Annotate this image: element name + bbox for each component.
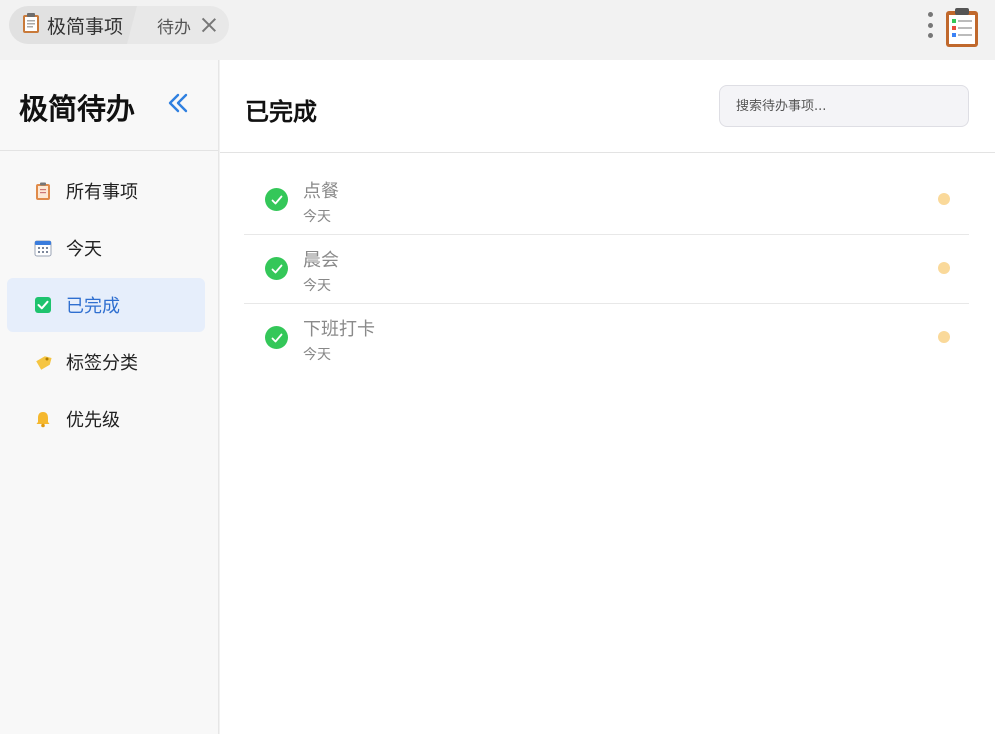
main-panel: 已完成 点餐 今天 晨会 今天 下班打卡 今天	[220, 60, 995, 734]
priority-dot	[938, 262, 950, 274]
todo-date: 今天	[303, 278, 331, 294]
double-chevron-left-icon[interactable]	[164, 90, 192, 118]
sidebar-item-label: 所有事项	[66, 182, 138, 203]
breadcrumb-main-label: 极简事项	[47, 15, 124, 38]
checkbox-icon	[34, 296, 52, 314]
sidebar-item-tags[interactable]: 标签分类	[7, 335, 205, 389]
close-icon[interactable]	[201, 17, 217, 33]
priority-dot	[938, 193, 950, 205]
breadcrumb: 极简事项 待办	[9, 6, 230, 44]
sidebar-item-today[interactable]: 今天	[7, 221, 205, 275]
sidebar-item-label: 已完成	[66, 296, 120, 317]
sidebar: 极简待办 所有事项 今天 已完成 标签分类 优先级	[0, 60, 219, 734]
search-input[interactable]	[719, 85, 969, 127]
todo-title: 点餐	[303, 181, 339, 202]
sidebar-header: 极简待办	[0, 60, 218, 151]
tag-icon	[34, 353, 52, 371]
sidebar-item-label: 标签分类	[66, 353, 138, 374]
breadcrumb-item-sub[interactable]: 待办	[127, 6, 230, 44]
sidebar-title: 极简待办	[19, 92, 136, 126]
check-circle-icon[interactable]	[265, 188, 288, 211]
todo-title: 晨会	[303, 250, 339, 271]
list-item[interactable]: 下班打卡 今天	[244, 304, 969, 373]
check-circle-icon[interactable]	[265, 326, 288, 349]
clipboard-icon	[21, 12, 41, 38]
breadcrumb-sub-label: 待办	[157, 17, 192, 38]
breadcrumb-item-main[interactable]: 极简事项	[9, 6, 144, 44]
sidebar-item-priority[interactable]: 优先级	[7, 392, 205, 446]
main-header: 已完成	[220, 60, 995, 153]
sidebar-item-completed[interactable]: 已完成	[7, 278, 205, 332]
todo-date: 今天	[303, 209, 331, 225]
check-circle-icon[interactable]	[265, 257, 288, 280]
page-title: 已完成	[245, 98, 317, 126]
more-vertical-icon[interactable]	[926, 12, 934, 38]
sidebar-item-label: 今天	[66, 239, 102, 260]
calendar-icon	[34, 239, 52, 257]
list-item[interactable]: 点餐 今天	[244, 166, 969, 235]
top-bar: 极简事项 待办	[0, 0, 995, 60]
bell-icon	[34, 410, 52, 428]
clipboard-checklist-icon	[944, 6, 980, 52]
clipboard-icon	[34, 182, 52, 200]
todo-list: 点餐 今天 晨会 今天 下班打卡 今天	[244, 166, 969, 373]
sidebar-nav: 所有事项 今天 已完成 标签分类 优先级	[0, 151, 218, 446]
sidebar-item-label: 优先级	[66, 410, 120, 431]
priority-dot	[938, 331, 950, 343]
list-item[interactable]: 晨会 今天	[244, 235, 969, 304]
todo-title: 下班打卡	[303, 319, 375, 340]
sidebar-item-all[interactable]: 所有事项	[7, 164, 205, 218]
todo-date: 今天	[303, 347, 331, 363]
